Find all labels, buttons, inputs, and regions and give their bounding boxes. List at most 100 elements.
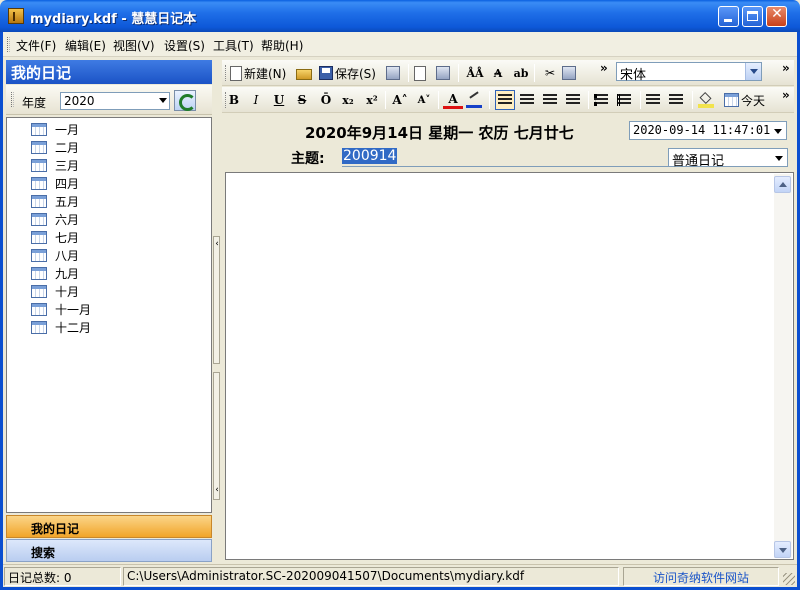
strikethrough-button[interactable]: S	[292, 90, 312, 110]
collapse-left-handle-lower[interactable]: ‹	[213, 372, 220, 500]
overline-button[interactable]: Ō	[316, 90, 336, 110]
today-button[interactable]: 今天	[724, 90, 765, 110]
justify-button[interactable]	[566, 90, 580, 110]
minimize-button[interactable]	[718, 6, 739, 27]
calendar-icon	[31, 141, 47, 154]
scroll-up-button[interactable]	[774, 176, 791, 193]
save-all-icon	[386, 66, 400, 80]
diary-editor[interactable]	[225, 172, 794, 560]
calendar-icon	[31, 267, 47, 280]
month-item-jun[interactable]: 六月	[31, 211, 79, 228]
toolbar-overflow-icon[interactable]: »	[782, 61, 790, 75]
shrink-font-button[interactable]: A˅	[414, 90, 434, 110]
month-item-oct[interactable]: 十月	[31, 283, 79, 300]
datetime-picker[interactable]: 2020-09-14 11:47:01	[629, 121, 787, 140]
month-item-jul[interactable]: 七月	[31, 229, 79, 246]
bullet-list-button[interactable]	[594, 90, 608, 110]
save-all-button[interactable]	[386, 63, 400, 83]
grow-font-button[interactable]: A˄	[390, 90, 410, 110]
underline-icon: U	[273, 93, 285, 107]
toolbar-overflow-icon[interactable]: »	[782, 88, 790, 102]
editor-scrollbar[interactable]	[774, 174, 792, 558]
align-left-button[interactable]	[495, 90, 515, 110]
menu-edit[interactable]: 编辑(E)	[65, 37, 106, 54]
find-next-button[interactable]: A̴	[488, 63, 508, 83]
menu-file[interactable]: 文件(F)	[16, 37, 56, 54]
entry-type-value: 普通日记	[672, 154, 725, 169]
find-icon: ÅÅ	[466, 66, 484, 80]
resize-grip[interactable]	[783, 573, 795, 585]
menu-settings[interactable]: 设置(S)	[164, 37, 205, 54]
pane-splitter[interactable]: ‹ ‹	[212, 60, 222, 560]
chevron-down-icon	[745, 63, 761, 80]
font-family-select[interactable]: 宋体	[616, 62, 762, 83]
menu-help[interactable]: 帮助(H)	[261, 37, 303, 54]
year-bar-grip	[11, 92, 14, 107]
save-button[interactable]: 保存(S)	[319, 63, 376, 83]
italic-button[interactable]: I	[246, 90, 266, 110]
file-path: C:\Users\Administrator.SC-202009041507\D…	[123, 567, 619, 586]
background-color-button[interactable]	[698, 90, 714, 110]
italic-icon: I	[253, 93, 259, 107]
menu-view[interactable]: 视图(V)	[113, 37, 155, 54]
nav-tab-my-diary[interactable]: 我的日记	[6, 515, 212, 538]
month-item-may[interactable]: 五月	[31, 193, 79, 210]
highlight-button[interactable]	[466, 90, 482, 110]
overline-icon: Ō	[320, 93, 332, 107]
align-center-button[interactable]	[520, 90, 534, 110]
open-button[interactable]	[296, 63, 312, 83]
outdent-icon	[646, 94, 660, 106]
strikethrough-icon: S	[297, 93, 307, 107]
print-preview-button[interactable]	[414, 63, 426, 83]
maximize-button[interactable]	[742, 6, 763, 27]
refresh-button[interactable]	[174, 90, 196, 111]
calendar-icon	[31, 303, 47, 316]
month-item-aug[interactable]: 八月	[31, 247, 79, 264]
app-icon	[8, 8, 24, 24]
find-button[interactable]: ÅÅ	[465, 63, 485, 83]
subscript-button[interactable]: x₂	[338, 90, 358, 110]
underline-button[interactable]: U	[269, 90, 289, 110]
month-label: 十月	[55, 285, 80, 299]
calendar-icon	[724, 93, 739, 107]
month-item-jan[interactable]: 一月	[31, 121, 79, 138]
entry-date-title: 2020年9月14日 星期一 农历 七月廿七	[305, 124, 574, 142]
copy-button[interactable]	[562, 63, 576, 83]
replace-button[interactable]: ab	[511, 63, 531, 83]
superscript-button[interactable]: x²	[362, 90, 382, 110]
month-item-dec[interactable]: 十二月	[31, 319, 91, 336]
year-select[interactable]: 2020	[60, 92, 170, 110]
numbered-list-icon	[617, 94, 631, 106]
cut-button[interactable]: ✂	[540, 63, 560, 83]
indent-decrease-button[interactable]	[646, 90, 660, 110]
indent-icon	[669, 94, 683, 106]
month-tree: 一月 二月 三月 四月 五月 六月 七月 八月 九月 十月 十一月 十二月	[6, 117, 212, 513]
close-icon: ✕	[771, 6, 783, 22]
nav-tab-search[interactable]: 搜索	[6, 539, 212, 562]
calendar-icon	[31, 249, 47, 262]
month-item-sep[interactable]: 九月	[31, 265, 79, 282]
month-label: 八月	[55, 249, 80, 263]
replace-icon: ab	[513, 66, 529, 80]
month-item-nov[interactable]: 十一月	[31, 301, 91, 318]
font-color-button[interactable]: A	[443, 90, 463, 110]
menu-tools[interactable]: 工具(T)	[213, 37, 254, 54]
month-item-feb[interactable]: 二月	[31, 139, 79, 156]
toolbar-overflow-icon[interactable]: »	[600, 61, 608, 75]
month-item-apr[interactable]: 四月	[31, 175, 79, 192]
new-button[interactable]: 新建(N)	[230, 63, 286, 83]
print-button[interactable]	[436, 63, 450, 83]
website-link[interactable]: 访问奇纳软件网站	[623, 567, 779, 586]
toolbar-separator	[438, 91, 439, 109]
entry-type-select[interactable]: 普通日记	[668, 148, 788, 169]
bold-button[interactable]: B	[224, 90, 244, 110]
subject-input[interactable]: 200914	[342, 148, 668, 167]
toolbar-separator	[458, 64, 459, 82]
collapse-left-handle[interactable]: ‹	[213, 236, 220, 364]
close-button[interactable]: ✕	[766, 6, 787, 27]
indent-increase-button[interactable]	[669, 90, 683, 110]
scroll-down-button[interactable]	[774, 541, 791, 558]
align-right-button[interactable]	[543, 90, 557, 110]
numbered-list-button[interactable]	[617, 90, 631, 110]
month-item-mar[interactable]: 三月	[31, 157, 79, 174]
